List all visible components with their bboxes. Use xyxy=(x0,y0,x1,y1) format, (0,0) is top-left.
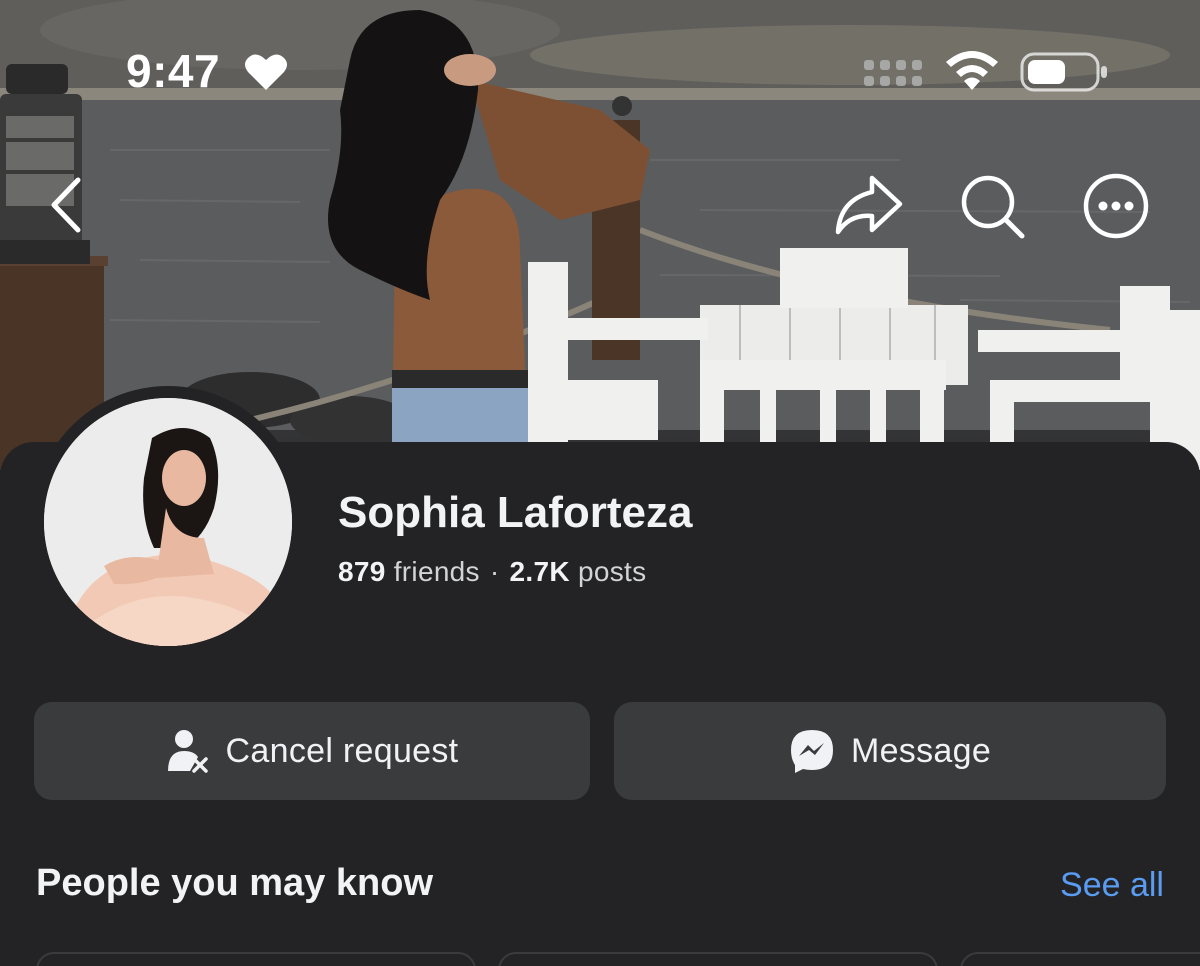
search-icon xyxy=(961,175,1025,239)
status-time: 9:47 xyxy=(126,45,221,97)
share-button[interactable] xyxy=(832,172,904,243)
messenger-icon xyxy=(790,730,833,773)
profile-name: Sophia Laforteza xyxy=(338,488,693,537)
stats-separator: · xyxy=(489,556,500,587)
suggestion-card[interactable] xyxy=(498,952,938,966)
posts-count: 2.7K xyxy=(509,556,570,587)
more-icon xyxy=(1083,173,1149,239)
search-button[interactable] xyxy=(958,172,1028,247)
message-label: Message xyxy=(850,731,992,770)
cancel-request-label: Cancel request xyxy=(225,731,459,770)
share-icon xyxy=(835,175,903,235)
chevron-left-icon xyxy=(51,177,81,233)
profile-stats: 879 friends · 2.7K posts xyxy=(338,556,646,588)
battery-icon xyxy=(1020,52,1107,92)
more-button[interactable] xyxy=(1082,172,1150,245)
friends-label[interactable]: friends xyxy=(394,556,480,587)
heart-icon xyxy=(245,54,287,90)
people-you-may-know-title: People you may know xyxy=(36,862,433,904)
message-button[interactable]: Message xyxy=(614,702,1166,800)
cancel-request-button[interactable]: Cancel request xyxy=(34,702,590,800)
avatar-photo xyxy=(44,398,292,646)
back-button[interactable] xyxy=(46,176,86,239)
suggestion-card[interactable] xyxy=(960,952,1200,966)
cellular-signal-icon xyxy=(864,60,922,86)
wifi-icon xyxy=(946,51,998,90)
person-remove-icon xyxy=(167,730,208,773)
avatar[interactable] xyxy=(44,398,292,646)
see-all-link[interactable]: See all xyxy=(1060,866,1164,905)
posts-label: posts xyxy=(577,556,647,587)
suggestion-card[interactable] xyxy=(36,952,476,966)
friends-count: 879 xyxy=(338,556,386,587)
